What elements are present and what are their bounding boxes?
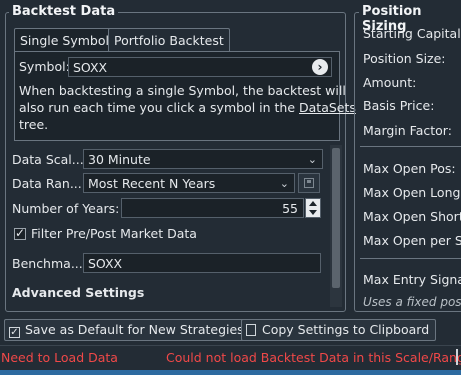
data-range-select[interactable]: Most Recent N Years ⌄ [83, 173, 295, 193]
max-open-pos-label: Max Open Pos: [363, 161, 456, 176]
benchmark-label: Benchma... [12, 256, 83, 271]
go-arrow-icon[interactable]: › [312, 59, 328, 75]
basis-price-label: Basis Price: [363, 98, 435, 113]
position-divider-2 [360, 258, 461, 259]
data-scale-select[interactable]: 30 Minute ⌄ [83, 149, 323, 169]
chevron-down-icon: ⌄ [279, 177, 289, 190]
save-as-default-label: Save as Default for New Strategies [25, 322, 244, 337]
stepper-up-icon[interactable] [309, 201, 317, 206]
symbol-input[interactable]: SOXX [68, 57, 332, 77]
backtest-tabs: Single Symbol Portfolio Backtest [14, 28, 338, 53]
save-range-button[interactable] [298, 173, 320, 193]
data-scale-value: 30 Minute [88, 152, 151, 167]
info-line-2: also run each time you click a symbol in… [19, 100, 356, 115]
info-line-1: When backtesting a single Symbol, the ba… [19, 83, 346, 98]
amount-label: Amount: [363, 75, 417, 90]
clipboard-icon [246, 324, 256, 336]
info-line-3: tree. [19, 117, 49, 132]
benchmark-input[interactable]: SOXX [83, 253, 321, 273]
checkmark-icon: ✓ [15, 226, 26, 240]
status-separator [456, 349, 458, 365]
filter-pre-post-checkbox[interactable]: ✓ [14, 226, 26, 240]
backtest-data-title: Backtest Data [9, 4, 119, 19]
max-open-long-label: Max Open Long: [363, 185, 461, 200]
max-entry-signal-label: Max Entry Signal [363, 272, 461, 287]
number-of-years-label: Number of Years: [12, 201, 120, 216]
backtest-scrollbar[interactable] [330, 145, 342, 307]
advanced-settings-heading[interactable]: Advanced Settings [12, 285, 144, 300]
chevron-down-icon: ⌄ [307, 153, 317, 166]
position-size-label: Position Size: [363, 51, 446, 66]
max-open-short-label: Max Open Short: [363, 209, 461, 224]
checkbox-icon: ✓ [9, 327, 20, 338]
years-stepper[interactable] [305, 198, 321, 218]
datasets-link[interactable]: DataSets [299, 100, 356, 115]
scrollbar-thumb[interactable] [332, 148, 340, 288]
info-line-2-text: also run each time you click a symbol in… [19, 100, 300, 115]
tab-portfolio-backtest[interactable]: Portfolio Backtest [108, 28, 230, 52]
stepper-down-icon[interactable] [309, 210, 317, 215]
filter-pre-post-label: Filter Pre/Post Market Data [31, 226, 197, 241]
data-range-label: Data Ran... [12, 176, 82, 191]
status-left: Need to Load Data [1, 350, 118, 365]
floppy-disk-icon [304, 178, 314, 188]
save-as-default-button[interactable]: ✓ Save as Default for New Strategies [4, 319, 251, 341]
position-divider-1 [360, 146, 461, 147]
copy-settings-button[interactable]: Copy Settings to Clipboard [241, 319, 437, 341]
data-range-value: Most Recent N Years [88, 176, 216, 191]
starting-capital-label: Starting Capital: [363, 26, 461, 41]
data-scale-label: Data Scal... [12, 152, 84, 167]
tab-single-symbol[interactable]: Single Symbol [14, 28, 115, 53]
status-divider [0, 345, 461, 346]
copy-settings-label: Copy Settings to Clipboard [262, 322, 430, 337]
bottom-edge-bar [0, 370, 461, 375]
symbol-label: Symbol: [19, 59, 70, 74]
single-symbol-panel: Symbol: SOXX › When backtesting a single… [14, 51, 356, 141]
number-of-years-input[interactable]: 55 [121, 198, 304, 218]
max-open-per-symbol-label: Max Open per Sy [363, 233, 461, 248]
status-right: Could not load Backtest Data in this Sca… [166, 350, 461, 365]
fixed-position-note: Uses a fixed positi [363, 295, 461, 309]
margin-factor-label: Margin Factor: [363, 123, 452, 138]
number-of-years-value: 55 [282, 201, 298, 216]
